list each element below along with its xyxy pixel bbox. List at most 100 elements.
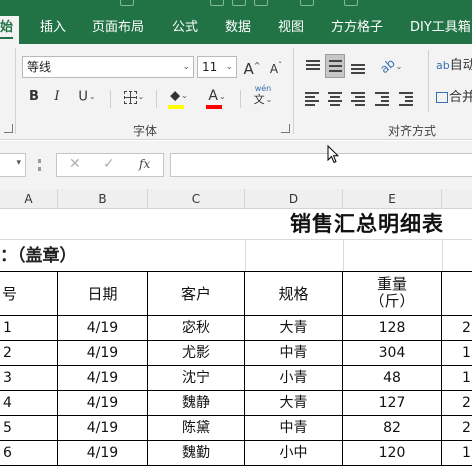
quick-access-icon[interactable] (254, 0, 268, 6)
cell-weight[interactable]: 304 (343, 341, 442, 366)
cell-seq[interactable]: 3 (0, 366, 58, 391)
quick-access-icon[interactable] (232, 0, 246, 6)
header-spec[interactable]: 规格 (245, 272, 343, 316)
align-center-icon[interactable] (325, 88, 345, 110)
divider (240, 90, 241, 108)
cell-seq[interactable]: 2 (0, 341, 58, 366)
save-icon[interactable] (210, 0, 224, 6)
column-header-f[interactable] (442, 189, 472, 209)
cell-weight[interactable]: 48 (343, 366, 442, 391)
orientation-button[interactable]: ab⌄ (373, 56, 409, 78)
undo-icon[interactable] (120, 0, 134, 6)
chevron-down-icon: ⌄ (265, 95, 273, 104)
font-color-button[interactable]: A⌄ (202, 86, 232, 109)
cell-next[interactable]: 2 (442, 316, 472, 341)
header-date[interactable]: 日期 (58, 272, 148, 316)
insert-function-button[interactable]: fx (139, 157, 150, 171)
cell-spec[interactable]: 小中 (245, 441, 343, 466)
cell-seq[interactable]: 1 (0, 316, 58, 341)
cell-weight[interactable]: 128 (343, 316, 442, 341)
header-next[interactable] (442, 272, 472, 316)
cell-next[interactable]: 1 (442, 441, 472, 466)
cell-seq[interactable]: 5 (0, 416, 58, 441)
tab-formulas[interactable]: 公式 (172, 16, 198, 40)
underline-button[interactable]: U⌄ (72, 87, 102, 109)
header-customer[interactable]: 客户 (148, 272, 245, 316)
decrease-indent-icon[interactable] (373, 88, 393, 110)
cell-spec[interactable]: 大青 (245, 391, 343, 416)
resize-handle[interactable] (38, 159, 41, 171)
quick-access-icon[interactable] (344, 0, 358, 6)
cell-seq[interactable]: 6 (0, 441, 58, 466)
cell-weight[interactable]: 82 (343, 416, 442, 441)
cell-weight[interactable]: 120 (343, 441, 442, 466)
cell-date[interactable]: 4/19 (58, 366, 148, 391)
cell-spec[interactable]: 大青 (245, 316, 343, 341)
quick-access-icon[interactable] (300, 0, 314, 6)
font-launcher-icon[interactable] (281, 124, 290, 133)
tab-page-layout[interactable]: 页面布局 (92, 16, 144, 40)
column-header-a[interactable]: A (0, 189, 58, 209)
cell-date[interactable]: 4/19 (58, 441, 148, 466)
font-name-select[interactable]: 等线 ⌄ (22, 56, 194, 78)
align-right-icon[interactable] (348, 88, 368, 110)
stamp-label[interactable]: ：（盖章） (0, 240, 77, 272)
sheet-title[interactable]: 销售汇总明细表 (290, 209, 444, 239)
wrap-text-button[interactable]: ab自动 (436, 56, 472, 78)
header-seq[interactable]: 号 (0, 272, 58, 316)
tab-home[interactable]: 始 (0, 16, 20, 44)
cell-date[interactable]: 4/19 (58, 316, 148, 341)
tab-data[interactable]: 数据 (225, 16, 251, 40)
font-color-swatch (206, 105, 222, 109)
cell-customer[interactable]: 魏静 (148, 391, 245, 416)
phonetic-guide-button[interactable]: wén 文⌄ (246, 84, 280, 112)
borders-button[interactable]: ⌄ (118, 87, 150, 109)
merge-center-button[interactable]: 合并 (436, 88, 472, 110)
formula-bar: ▾ ✕ ✓ fx (0, 141, 472, 189)
cell-spec[interactable]: 中青 (245, 416, 343, 441)
cell-customer[interactable]: 宓秋 (148, 316, 245, 341)
chevron-down-icon: ⌄ (182, 62, 190, 72)
name-box[interactable]: ▾ (0, 153, 26, 177)
font-size-select[interactable]: 11 ⌄ (197, 56, 237, 78)
tab-view[interactable]: 视图 (278, 16, 304, 40)
middle-align-icon[interactable] (325, 54, 345, 78)
tab-insert[interactable]: 插入 (40, 16, 66, 40)
cell-customer[interactable]: 陈黛 (148, 416, 245, 441)
cell-spec[interactable]: 中青 (245, 341, 343, 366)
bottom-align-icon[interactable] (348, 56, 368, 78)
header-weight-line2: （斤） (369, 292, 415, 310)
bold-button[interactable]: B (26, 87, 42, 109)
top-align-icon[interactable] (303, 56, 323, 78)
column-header-d[interactable]: D (245, 189, 343, 209)
fill-color-button[interactable]: ◆⌄ (164, 86, 194, 109)
column-header-b[interactable]: B (58, 189, 148, 209)
formula-input[interactable] (170, 153, 472, 177)
header-weight[interactable]: 重量 （斤） (343, 272, 442, 316)
cell-customer[interactable]: 尤影 (148, 341, 245, 366)
column-header-c[interactable]: C (148, 189, 245, 209)
cell-customer[interactable]: 魏勤 (148, 441, 245, 466)
cell-date[interactable]: 4/19 (58, 391, 148, 416)
align-left-icon[interactable] (303, 88, 323, 110)
column-header-e[interactable]: E (343, 189, 442, 209)
tab-diy-toolbox[interactable]: DIY工具箱 (410, 16, 471, 40)
italic-button[interactable]: I (50, 87, 64, 109)
cell-seq[interactable]: 4 (0, 391, 58, 416)
cell-next[interactable]: 1 (442, 366, 472, 391)
cell-next[interactable]: 2 (442, 391, 472, 416)
cell-date[interactable]: 4/19 (58, 341, 148, 366)
enter-icon[interactable]: ✓ (103, 156, 115, 172)
cell-date[interactable]: 4/19 (58, 416, 148, 441)
cell-next[interactable]: 1 (442, 341, 472, 366)
cell-next[interactable]: 2 (442, 416, 472, 441)
tab-fangfang[interactable]: 方方格子 (331, 16, 383, 40)
grow-font-button[interactable]: A^ (242, 56, 262, 78)
cell-spec[interactable]: 小青 (245, 366, 343, 391)
cell-customer[interactable]: 沈宁 (148, 366, 245, 391)
clipboard-launcher-icon[interactable] (4, 124, 13, 133)
cell-weight[interactable]: 127 (343, 391, 442, 416)
shrink-font-button[interactable]: Aˇ (266, 56, 286, 78)
cancel-icon[interactable]: ✕ (69, 156, 81, 172)
increase-indent-icon[interactable] (397, 88, 417, 110)
